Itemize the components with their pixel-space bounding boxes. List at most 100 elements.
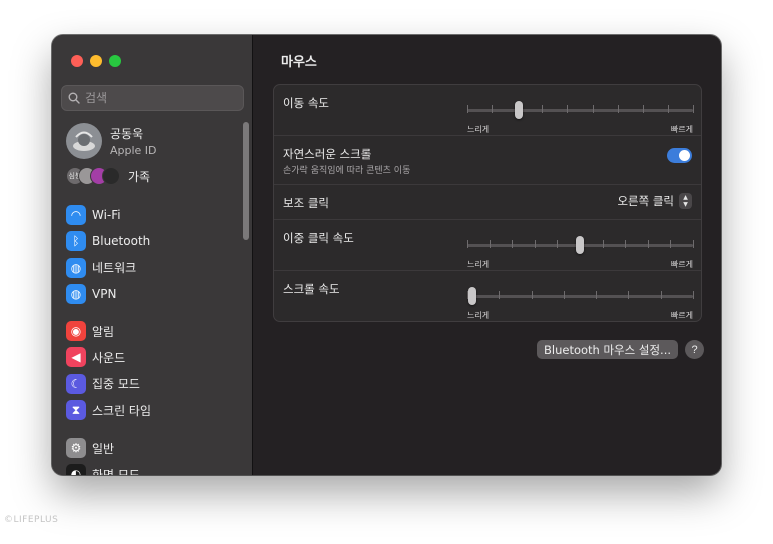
row-label: 이동 속도 [283, 96, 329, 110]
account-subtitle: Apple ID [110, 144, 157, 157]
slider-max-label: 빠르게 [670, 125, 693, 134]
slider-min-label: 느리게 [467, 260, 490, 269]
search-icon [68, 92, 80, 104]
sidebar-item[interactable]: ᛒ Bluetooth [52, 228, 242, 254]
moon-icon: ☾ [66, 373, 86, 394]
slider-tick [557, 240, 559, 248]
appearance-icon: ◐ [66, 464, 86, 475]
natural-scroll-toggle[interactable] [667, 148, 692, 163]
slider-tick [563, 291, 565, 299]
sidebar-item[interactable]: ◍ VPN [52, 281, 242, 307]
sidebar-item-label: 네트워크 [92, 261, 137, 276]
slider-track [467, 295, 693, 298]
account-name: 공동욱 [110, 127, 144, 141]
sidebar-item-label: 화면 모드 [92, 467, 140, 475]
apple-id-account[interactable]: 공동욱 Apple ID [66, 123, 157, 159]
sidebar-item[interactable]: ⧗ 스크린 타임 [52, 397, 242, 423]
wifi-icon: ◠ [66, 205, 86, 226]
sidebar-item[interactable]: ◀ 사운드 [52, 344, 242, 370]
hourglass-icon: ⧗ [66, 400, 86, 421]
slider-tick [467, 105, 468, 113]
sidebar-scrollbar[interactable] [243, 122, 249, 240]
slider-track [467, 109, 693, 112]
search-input[interactable] [85, 91, 235, 105]
family-item[interactable]: 심봉 가족 [66, 167, 150, 185]
sidebar-group-network: ◠ Wi-Fi ᛒ Bluetooth ◍ 네트워크 ◍ VPN [52, 202, 242, 307]
zoom-button[interactable] [109, 55, 121, 67]
sidebar-item-label: VPN [92, 287, 117, 302]
slider-min-label: 느리게 [467, 311, 490, 320]
vpn-globe-icon: ◍ [66, 284, 86, 305]
slider-tick [542, 105, 544, 113]
notification-bell-icon: ◉ [66, 321, 86, 342]
slider-tick [625, 240, 627, 248]
slider-tick [667, 105, 669, 113]
slider-tick [617, 105, 619, 113]
scroll-speed-row: 스크롤 속도 느리게 빠르게 [274, 271, 701, 322]
sidebar-item[interactable]: ☾ 집중 모드 [52, 371, 242, 397]
popup-value: 오른쪽 클릭 [617, 194, 674, 208]
bluetooth-mouse-setup-button[interactable]: Bluetooth 마우스 설정... [537, 340, 679, 359]
sidebar-item[interactable]: ◍ 네트워크 [52, 255, 242, 281]
sidebar-item-label: 집중 모드 [92, 377, 140, 392]
sidebar-item[interactable]: ⚙ 일반 [52, 435, 242, 461]
avatar [66, 123, 102, 159]
avatar-icon [73, 131, 95, 151]
globe-icon: ◍ [66, 257, 86, 278]
family-avatar [102, 167, 120, 185]
slider-tick [592, 105, 594, 113]
slider-thumb[interactable] [467, 287, 476, 305]
sidebar-item[interactable]: ◐ 화면 모드 [52, 461, 242, 475]
sidebar-group-general: ⚙ 일반 ◐ 화면 모드 [52, 435, 242, 475]
scroll-speed-slider[interactable]: 느리게 빠르게 [467, 287, 694, 320]
double-click-speed-row: 이중 클릭 속도 느리게 빠르게 [274, 220, 701, 271]
window-controls [71, 55, 121, 67]
close-button[interactable] [71, 55, 83, 67]
slider-tick [693, 240, 694, 248]
row-description: 손가락 움직임에 따라 콘텐츠 이동 [283, 166, 411, 176]
slider-tick [531, 291, 533, 299]
secondary-click-popup[interactable]: 오른쪽 클릭 ▲ ▼ [617, 193, 692, 209]
slider-tick [670, 240, 672, 248]
row-label: 보조 클릭 [283, 196, 329, 210]
tracking-speed-slider[interactable]: 느리게 빠르게 [467, 101, 694, 134]
slider-max-label: 빠르게 [670, 260, 693, 269]
slider-tick [693, 291, 694, 299]
family-label: 가족 [128, 169, 151, 184]
sidebar-item-label: Wi-Fi [92, 208, 121, 223]
sidebar-group-notifications: ◉ 알림 ◀ 사운드 ☾ 집중 모드 ⧗ 스크린 타임 [52, 318, 242, 423]
slider-thumb[interactable] [576, 236, 584, 254]
minimize-button[interactable] [90, 55, 102, 67]
slider-tick [489, 240, 491, 248]
row-label: 스크롤 속도 [283, 282, 340, 296]
sidebar-item-label: Bluetooth [92, 234, 151, 249]
slider-tick [693, 105, 694, 113]
sidebar-item-label: 스크린 타임 [92, 403, 152, 418]
row-label: 이중 클릭 속도 [283, 231, 354, 245]
sidebar-item[interactable]: ◠ Wi-Fi [52, 202, 242, 228]
double-click-speed-slider[interactable]: 느리게 빠르게 [467, 236, 694, 269]
settings-window: 공동욱 Apple ID 심봉 가족 ◠ Wi-Fi ᛒ Bluetooth ◍ 네트워크… [52, 35, 721, 475]
sidebar: 공동욱 Apple ID 심봉 가족 ◠ Wi-Fi ᛒ Bluetooth ◍ 네트워크… [52, 35, 253, 475]
slider-tick [499, 291, 501, 299]
slider-min-label: 느리게 [467, 125, 490, 134]
slider-tick [660, 291, 662, 299]
slider-tick [642, 105, 644, 113]
row-label: 자연스러운 스크롤 [283, 147, 372, 161]
chevron-up-down-icon: ▲ ▼ [679, 193, 692, 209]
watermark: ©LIFEPLUS [4, 515, 59, 525]
gear-icon: ⚙ [66, 438, 86, 459]
main-content: 마우스 이동 속도 느리게 빠르게 자연스러운 스크롤 손가락 움직임에 따라 … [254, 35, 721, 475]
search-box[interactable] [61, 85, 244, 111]
sidebar-item-label: 사운드 [92, 350, 126, 365]
help-button[interactable]: ? [685, 340, 704, 359]
sidebar-item[interactable]: ◉ 알림 [52, 318, 242, 344]
tracking-speed-row: 이동 속도 느리게 빠르게 [274, 85, 701, 136]
mouse-settings-panel: 이동 속도 느리게 빠르게 자연스러운 스크롤 손가락 움직임에 따라 콘텐츠 … [273, 84, 702, 322]
slider-tick [492, 105, 494, 113]
slider-tick [596, 291, 598, 299]
slider-tick [647, 240, 649, 248]
slider-tick [628, 291, 630, 299]
toggle-knob [679, 150, 690, 161]
slider-thumb[interactable] [514, 101, 523, 119]
